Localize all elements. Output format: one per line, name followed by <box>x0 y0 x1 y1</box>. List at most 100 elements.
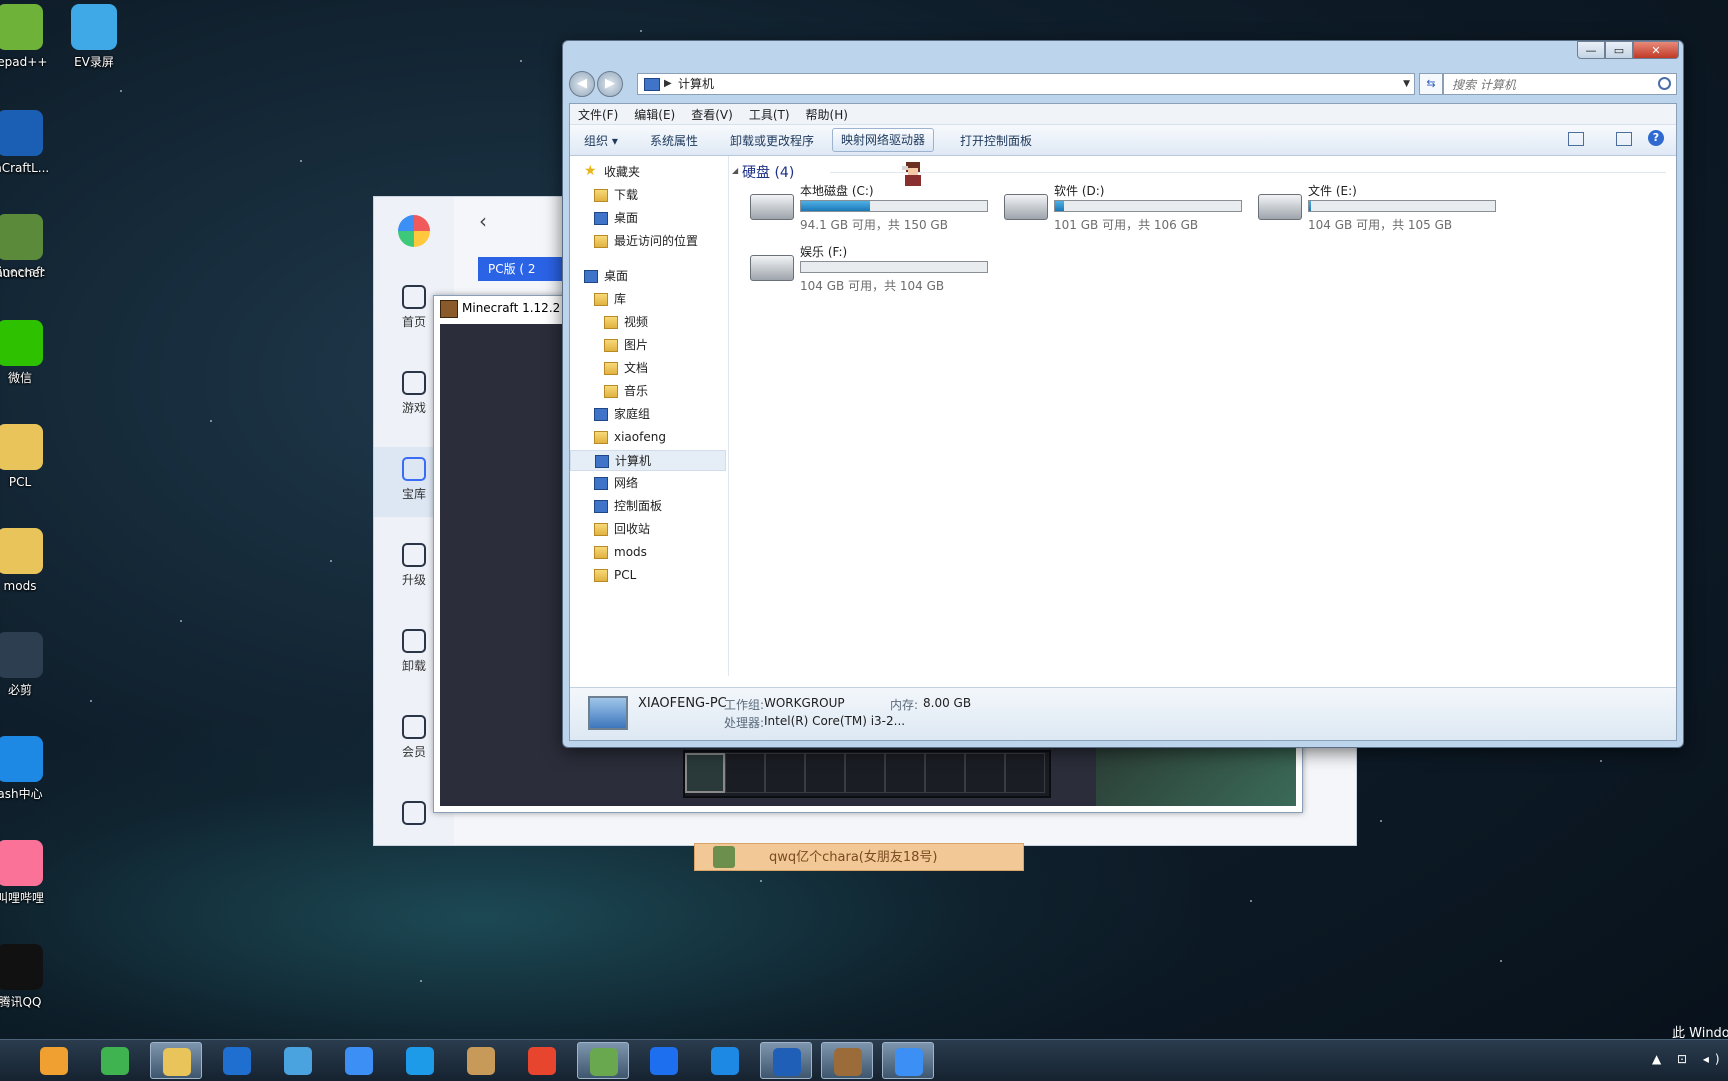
desktop-icon[interactable]: 微信 <box>0 320 66 386</box>
nav-pane-item[interactable]: 家庭组 <box>570 404 726 425</box>
menu-item[interactable]: 工具(T) <box>741 104 798 124</box>
hotbar-slot[interactable] <box>765 753 805 793</box>
nav-pane-item[interactable]: 文档 <box>570 358 726 379</box>
taskbar-button-media-player[interactable] <box>28 1042 80 1079</box>
nav-pane-item[interactable]: 回收站 <box>570 519 726 540</box>
search-input[interactable] <box>1450 75 1644 95</box>
refresh-button[interactable]: ⇆ <box>1419 73 1443 95</box>
drive-item[interactable]: 娱乐 (F:) 104 GB 可用，共 104 GB <box>750 243 988 293</box>
search-box[interactable] <box>1443 73 1677 95</box>
nav-pane-item[interactable]: 库 <box>570 289 726 310</box>
hotbar-slot[interactable] <box>845 753 885 793</box>
close-button[interactable]: ✕ <box>1633 41 1679 59</box>
drive-item[interactable]: 文件 (E:) 104 GB 可用，共 105 GB <box>1258 182 1496 232</box>
tray-icons[interactable]: ▲ ⊡ ◂) <box>1652 1052 1726 1066</box>
nav-pane-item[interactable]: 计算机 <box>570 450 726 471</box>
pc-version-button[interactable]: PC版 ( 2 <box>478 257 568 281</box>
file-explorer-icon <box>163 1048 191 1076</box>
taskbar-button-pcl-p[interactable] <box>760 1042 812 1079</box>
view-options-icon[interactable] <box>1568 132 1584 146</box>
nav-pane-item[interactable]: 网络 <box>570 473 726 494</box>
nav-pane-label: 计算机 <box>615 454 652 468</box>
maximize-button[interactable]: ▭ <box>1605 41 1633 59</box>
taskbar-button-paint[interactable] <box>455 1042 507 1079</box>
nav-pane-item[interactable]: xiaofeng <box>570 427 726 448</box>
back-arrow-icon[interactable]: ‹ <box>479 209 487 233</box>
nav-pane-item[interactable]: 桌面 <box>570 208 726 229</box>
desktop-icon-label: 微信 <box>7 371 32 385</box>
taskbar-button-baidu-netdisk[interactable] <box>333 1042 385 1079</box>
taskbar-button-file-explorer[interactable] <box>150 1042 202 1079</box>
desktop-pet-sprite[interactable] <box>900 160 926 188</box>
taskbar-button-crafting-table[interactable] <box>821 1042 873 1079</box>
nav-pane-item[interactable]: 图片 <box>570 335 726 356</box>
hotbar-slot[interactable] <box>685 753 725 793</box>
toolbar-button[interactable]: 打开控制面板 <box>960 132 1032 149</box>
search-icon[interactable] <box>1658 77 1671 90</box>
nav-pane-item[interactable]: 下载 <box>570 185 726 206</box>
nav-pane-item[interactable]: mods <box>570 542 726 563</box>
hotbar-slot[interactable] <box>925 753 965 793</box>
chat-notification[interactable]: qwq亿个chara(女朋友18号) <box>694 843 1024 871</box>
menu-item[interactable]: 编辑(E) <box>626 104 683 124</box>
hotbar-slot[interactable] <box>725 753 765 793</box>
preview-pane-icon[interactable] <box>1616 132 1632 146</box>
minimize-button[interactable]: — <box>1577 41 1605 59</box>
nav-pane-item[interactable]: 视频 <box>570 312 726 333</box>
desktop-icon[interactable]: 必剪 <box>0 632 66 698</box>
desktop-icon[interactable]: PCL <box>0 424 66 490</box>
toolbar-button[interactable]: 映射网络驱动器 <box>832 128 935 152</box>
menu-item[interactable]: 查看(V) <box>683 104 741 124</box>
help-icon[interactable]: ? <box>1648 130 1664 146</box>
folder-icon <box>594 293 608 306</box>
drive-usage-bar <box>800 200 988 212</box>
toolbar-button[interactable]: 组织 ▾ <box>584 132 618 149</box>
drive-item[interactable]: 软件 (D:) 101 GB 可用，共 106 GB <box>1004 182 1242 232</box>
star <box>1600 760 1602 762</box>
group-header[interactable]: 硬盘 (4) <box>742 162 794 182</box>
toolbar-button[interactable]: 系统属性 <box>650 132 698 149</box>
explorer-window: — ▭ ✕ ◀ ▶ ▶ 计算机 ▼ ⇆ 文件(F)编辑(E)查看(V)工具(T)… <box>562 40 1684 748</box>
star <box>640 30 642 32</box>
hotbar-slot[interactable] <box>885 753 925 793</box>
desktop-icon[interactable]: 腾讯QQ <box>0 944 66 1010</box>
drive-item[interactable]: 本地磁盘 (C:) 94.1 GB 可用，共 150 GB <box>750 182 988 232</box>
taskbar-button-game-center[interactable] <box>882 1042 934 1079</box>
taskbar-button-security[interactable] <box>638 1042 690 1079</box>
menu-item[interactable]: 帮助(H) <box>798 104 856 124</box>
desktop-icon[interactable]: inCraftL... <box>0 110 66 176</box>
taskbar-button-pcl-launcher-p[interactable] <box>211 1042 263 1079</box>
nav-pane-item[interactable]: 最近访问的位置 <box>570 231 726 252</box>
back-button[interactable]: ◀ <box>569 71 595 97</box>
desktop-icon[interactable]: mods <box>0 528 66 594</box>
taskbar-button-minecraft[interactable] <box>577 1042 629 1079</box>
desktop-icon[interactable]: auncher <box>0 265 66 281</box>
taskbar-button-translator[interactable] <box>394 1042 446 1079</box>
nav-pane-item[interactable]: ★ 收藏夹 <box>570 162 726 183</box>
nav-pane-item[interactable]: 控制面板 <box>570 496 726 517</box>
address-bar[interactable]: ▶ 计算机 ▼ <box>637 73 1415 95</box>
nav-pane-item[interactable]: 桌面 <box>570 266 726 287</box>
nav-icon <box>402 629 426 653</box>
toolbar-button[interactable]: 卸载或更改程序 <box>730 132 814 149</box>
collapse-arrow-icon[interactable]: ◢ <box>732 166 738 175</box>
hotbar-slot[interactable] <box>805 753 845 793</box>
desktop-icon[interactable]: 叫哩哔哩 <box>0 840 66 906</box>
taskbar-button-wps[interactable] <box>516 1042 568 1079</box>
hotbar-slot[interactable] <box>965 753 1005 793</box>
desktop-icon[interactable]: EV录屏 <box>48 4 140 70</box>
desktop-icon[interactable]: ash中心 <box>0 736 66 802</box>
computer-icon <box>594 408 608 421</box>
taskbar-button-flash[interactable] <box>699 1042 751 1079</box>
nav-pane-item[interactable]: PCL <box>570 565 726 586</box>
forward-button[interactable]: ▶ <box>597 71 623 97</box>
drive-free-space: 101 GB 可用，共 106 GB <box>1054 218 1199 232</box>
taskbar-button-update-app[interactable] <box>89 1042 141 1079</box>
menu-item[interactable]: 文件(F) <box>570 104 626 124</box>
address-dropdown-icon[interactable]: ▼ <box>1403 74 1410 94</box>
hotbar-slot[interactable] <box>1005 753 1045 793</box>
drive-name: 文件 (E:) <box>1308 184 1357 198</box>
system-tray[interactable]: ▲ ⊡ ◂) <box>1638 1040 1728 1081</box>
taskbar-button-notes[interactable] <box>272 1042 324 1079</box>
nav-pane-item[interactable]: 音乐 <box>570 381 726 402</box>
